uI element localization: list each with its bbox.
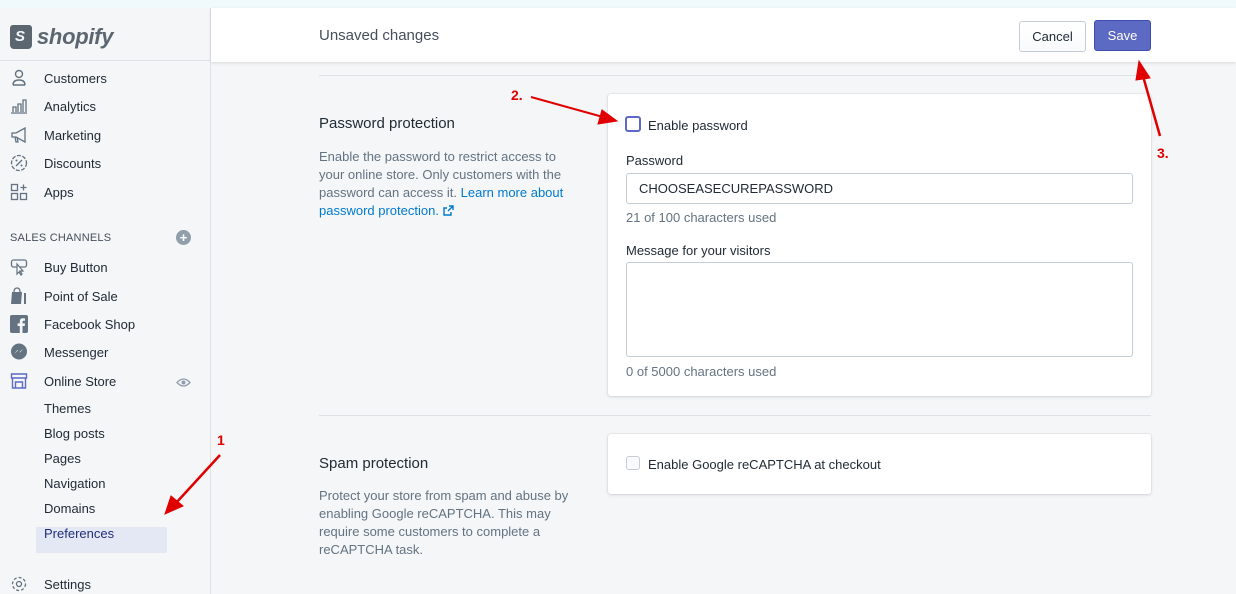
password-card: Enable password Password CHOOSEASECUREPA… <box>608 94 1151 396</box>
sidebar-item-analytics[interactable]: Analytics <box>0 94 211 118</box>
annotation-step-1: 1 <box>217 432 225 448</box>
sidebar-item-label: Point of Sale <box>44 288 118 304</box>
password-protection-description: Enable the password to restrict access t… <box>319 148 579 220</box>
sidebar-subitem-domains[interactable]: Domains <box>44 501 95 516</box>
unsaved-changes-title: Unsaved changes <box>319 27 440 44</box>
sidebar-item-apps[interactable]: Apps <box>0 180 211 204</box>
shopify-bag-icon <box>10 287 28 305</box>
section-divider <box>319 415 1151 416</box>
bar-chart-icon <box>10 97 28 115</box>
sidebar-subitem-blog-posts[interactable]: Blog posts <box>44 426 105 441</box>
save-button[interactable]: Save <box>1094 20 1151 51</box>
spam-protection-heading: Spam protection <box>319 455 429 472</box>
sidebar-subitem-preferences[interactable]: Preferences <box>44 526 114 541</box>
facebook-icon <box>10 315 28 333</box>
annotation-step-3: 3. <box>1157 145 1169 161</box>
sidebar-item-marketing[interactable]: Marketing <box>0 123 211 147</box>
sidebar-subitem-navigation[interactable]: Navigation <box>44 476 105 491</box>
shopify-logo[interactable]: shopify <box>10 22 113 52</box>
apps-icon <box>10 183 28 201</box>
sidebar-item-label: Analytics <box>44 98 97 114</box>
sidebar: shopify Customers Analytics Marketing Di… <box>0 8 211 594</box>
gear-icon <box>10 575 28 593</box>
spam-card: Enable Google reCAPTCHA at checkout <box>608 434 1151 494</box>
logo-divider <box>0 60 211 61</box>
arrow-step-2 <box>530 96 619 125</box>
sidebar-item-label: Discounts <box>44 155 102 171</box>
messenger-icon <box>10 343 28 361</box>
add-channel-icon[interactable]: + <box>176 230 191 245</box>
megaphone-icon <box>10 126 28 144</box>
sidebar-item-facebook-shop[interactable]: Facebook Shop <box>0 312 211 336</box>
message-char-count: 0 of 5000 characters used <box>626 364 777 379</box>
sidebar-item-label: Settings <box>44 576 91 592</box>
sidebar-item-label: Customers <box>44 70 107 86</box>
buy-button-icon <box>10 258 28 276</box>
enable-password-label: Enable password <box>648 118 748 133</box>
sidebar-item-label: Online Store <box>44 373 117 389</box>
person-icon <box>10 69 28 87</box>
password-protection-heading: Password protection <box>319 115 455 132</box>
top-strip <box>0 0 1236 8</box>
unsaved-changes-bar: Unsaved changes Cancel Save <box>211 8 1236 62</box>
recaptcha-label: Enable Google reCAPTCHA at checkout <box>648 457 881 472</box>
sidebar-item-discounts[interactable]: Discounts <box>0 151 211 175</box>
password-char-count: 21 of 100 characters used <box>626 210 777 225</box>
sidebar-item-label: Buy Button <box>44 259 108 275</box>
discount-icon <box>10 154 28 172</box>
enable-password-checkbox[interactable] <box>625 116 641 132</box>
cancel-button[interactable]: Cancel <box>1019 21 1086 52</box>
sidebar-item-customers[interactable]: Customers <box>0 66 211 90</box>
visitor-message-textarea[interactable] <box>626 262 1133 357</box>
brand-name: shopify <box>37 24 114 49</box>
sidebar-item-point-of-sale[interactable]: Point of Sale <box>0 284 211 308</box>
section-divider <box>319 75 1151 76</box>
annotation-step-2: 2. <box>511 87 523 103</box>
sidebar-item-label: Marketing <box>44 127 102 143</box>
message-label: Message for your visitors <box>626 243 771 258</box>
sidebar-item-label: Facebook Shop <box>44 316 136 332</box>
sales-channels-heading: SALES CHANNELS <box>10 232 112 244</box>
spam-protection-description: Protect your store from spam and abuse b… <box>319 488 569 557</box>
sidebar-item-label: Messenger <box>44 344 109 360</box>
sidebar-item-buy-button[interactable]: Buy Button <box>0 255 211 279</box>
sidebar-subitem-pages[interactable]: Pages <box>44 451 81 466</box>
eye-icon[interactable] <box>176 375 191 390</box>
password-field[interactable]: CHOOSEASECUREPASSWORD <box>626 173 1133 204</box>
store-icon <box>10 372 28 390</box>
password-label: Password <box>626 153 684 168</box>
sidebar-subitem-themes[interactable]: Themes <box>44 401 91 416</box>
recaptcha-checkbox[interactable] <box>626 456 640 470</box>
shopify-bag-icon <box>10 25 32 49</box>
sidebar-item-label: Apps <box>44 184 74 200</box>
password-value: CHOOSEASECUREPASSWORD <box>639 181 834 196</box>
sidebar-item-settings[interactable]: Settings <box>0 572 211 594</box>
external-link-icon <box>442 205 454 216</box>
sidebar-item-messenger[interactable]: Messenger <box>0 340 211 364</box>
